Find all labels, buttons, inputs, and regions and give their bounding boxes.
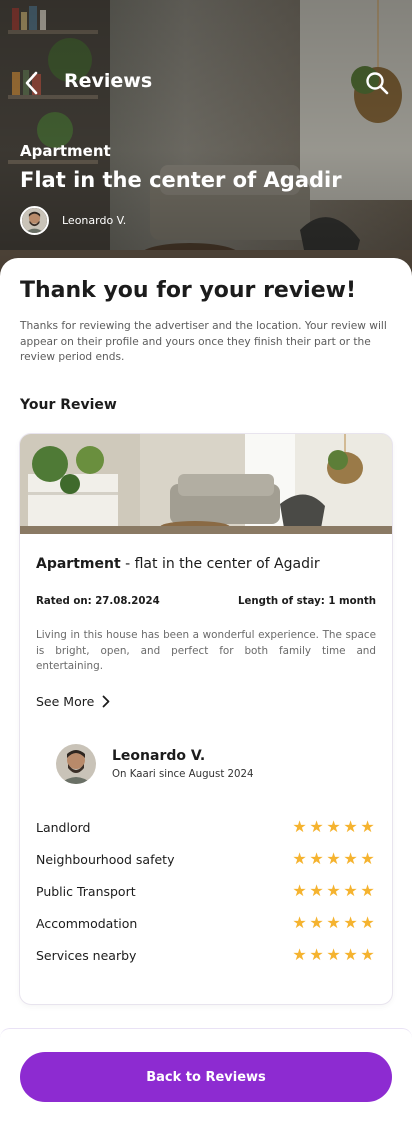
- star-icon: ★: [343, 849, 358, 868]
- star-icon: ★: [326, 945, 341, 964]
- star-icon: ★: [292, 913, 307, 932]
- apartment-photo: [20, 434, 392, 534]
- confirmation-title: Thank you for your review!: [20, 278, 356, 303]
- search-button[interactable]: [360, 66, 394, 100]
- avatar: [20, 205, 49, 235]
- star-rating: ★ ★ ★ ★ ★: [291, 947, 376, 963]
- listing-author[interactable]: Leonardo V.: [20, 205, 126, 235]
- rating-row-landlord: Landlord ★ ★ ★ ★ ★: [36, 817, 376, 849]
- review-title-rest: - flat in the center of Agadir: [120, 556, 320, 572]
- chevron-left-icon: [25, 71, 38, 95]
- star-icon: ★: [343, 945, 358, 964]
- star-icon: ★: [326, 817, 341, 836]
- star-icon: ★: [343, 881, 358, 900]
- star-icon: ★: [360, 849, 375, 868]
- star-icon: ★: [360, 817, 375, 836]
- review-title-category: Apartment: [36, 556, 121, 572]
- rated-on: Rated on: 27.08.2024: [36, 596, 160, 607]
- your-review-heading: Your Review: [20, 397, 117, 413]
- rating-label: Services nearby: [36, 948, 137, 963]
- star-icon: ★: [309, 881, 324, 900]
- reviewer-since: On Kaari since August 2024: [112, 769, 254, 780]
- length-of-stay: Length of stay: 1 month: [238, 596, 376, 607]
- back-button[interactable]: [14, 66, 48, 100]
- star-icon: ★: [360, 881, 375, 900]
- star-rating: ★ ★ ★ ★ ★: [291, 851, 376, 867]
- star-icon: ★: [326, 849, 341, 868]
- rating-row-accommodation: Accommodation ★ ★ ★ ★ ★: [36, 913, 376, 945]
- ratings-list: Landlord ★ ★ ★ ★ ★ Neighbourhood safety ★ ★ ★ ★…: [36, 817, 376, 977]
- rating-row-services-nearby: Services nearby ★ ★ ★ ★ ★: [36, 945, 376, 977]
- search-icon: [366, 72, 389, 95]
- top-nav: Reviews: [0, 60, 412, 106]
- reviewer-profile[interactable]: Leonardo V. On Kaari since August 2024: [56, 743, 253, 785]
- rating-row-public-transport: Public Transport ★ ★ ★ ★ ★: [36, 881, 376, 913]
- reviewer-name: Leonardo V.: [112, 748, 206, 764]
- star-icon: ★: [343, 817, 358, 836]
- star-rating: ★ ★ ★ ★ ★: [291, 915, 376, 931]
- listing-category: Apartment: [20, 142, 111, 160]
- avatar: [56, 744, 96, 784]
- footer-divider: [0, 1028, 412, 1038]
- star-rating: ★ ★ ★ ★ ★: [291, 883, 376, 899]
- star-icon: ★: [309, 945, 324, 964]
- rating-label: Public Transport: [36, 884, 136, 899]
- review-text: Living in this house has been a wonderfu…: [36, 629, 376, 672]
- chevron-right-icon: [102, 695, 110, 708]
- star-icon: ★: [360, 945, 375, 964]
- rating-label: Landlord: [36, 820, 91, 835]
- back-to-reviews-button[interactable]: Back to Reviews: [20, 1052, 392, 1102]
- content-sheet: Thank you for your review! Thanks for re…: [0, 258, 412, 1144]
- star-rating: ★ ★ ★ ★ ★: [291, 819, 376, 835]
- see-more-label: See More: [36, 693, 95, 709]
- rating-label: Accommodation: [36, 916, 138, 931]
- review-card: Apartment - flat in the center of Agadir…: [19, 433, 393, 1005]
- star-icon: ★: [309, 817, 324, 836]
- star-icon: ★: [326, 881, 341, 900]
- star-icon: ★: [309, 913, 324, 932]
- star-icon: ★: [326, 913, 341, 932]
- page-title: Reviews: [64, 70, 153, 92]
- review-title: Apartment - flat in the center of Agadir: [36, 556, 320, 572]
- star-icon: ★: [292, 849, 307, 868]
- rating-row-neighbourhood-safety: Neighbourhood safety ★ ★ ★ ★ ★: [36, 849, 376, 881]
- listing-title: Flat in the center of Agadir: [20, 168, 342, 192]
- star-icon: ★: [309, 849, 324, 868]
- star-icon: ★: [360, 913, 375, 932]
- author-name: Leonardo V.: [62, 213, 127, 227]
- see-more-button[interactable]: See More: [36, 691, 110, 711]
- hero-banner: Reviews Apartment Flat in the center of …: [0, 0, 412, 300]
- star-icon: ★: [292, 945, 307, 964]
- star-icon: ★: [343, 913, 358, 932]
- star-icon: ★: [292, 817, 307, 836]
- confirmation-text: Thanks for reviewing the advertiser and …: [20, 320, 387, 363]
- star-icon: ★: [292, 881, 307, 900]
- rating-label: Neighbourhood safety: [36, 852, 175, 867]
